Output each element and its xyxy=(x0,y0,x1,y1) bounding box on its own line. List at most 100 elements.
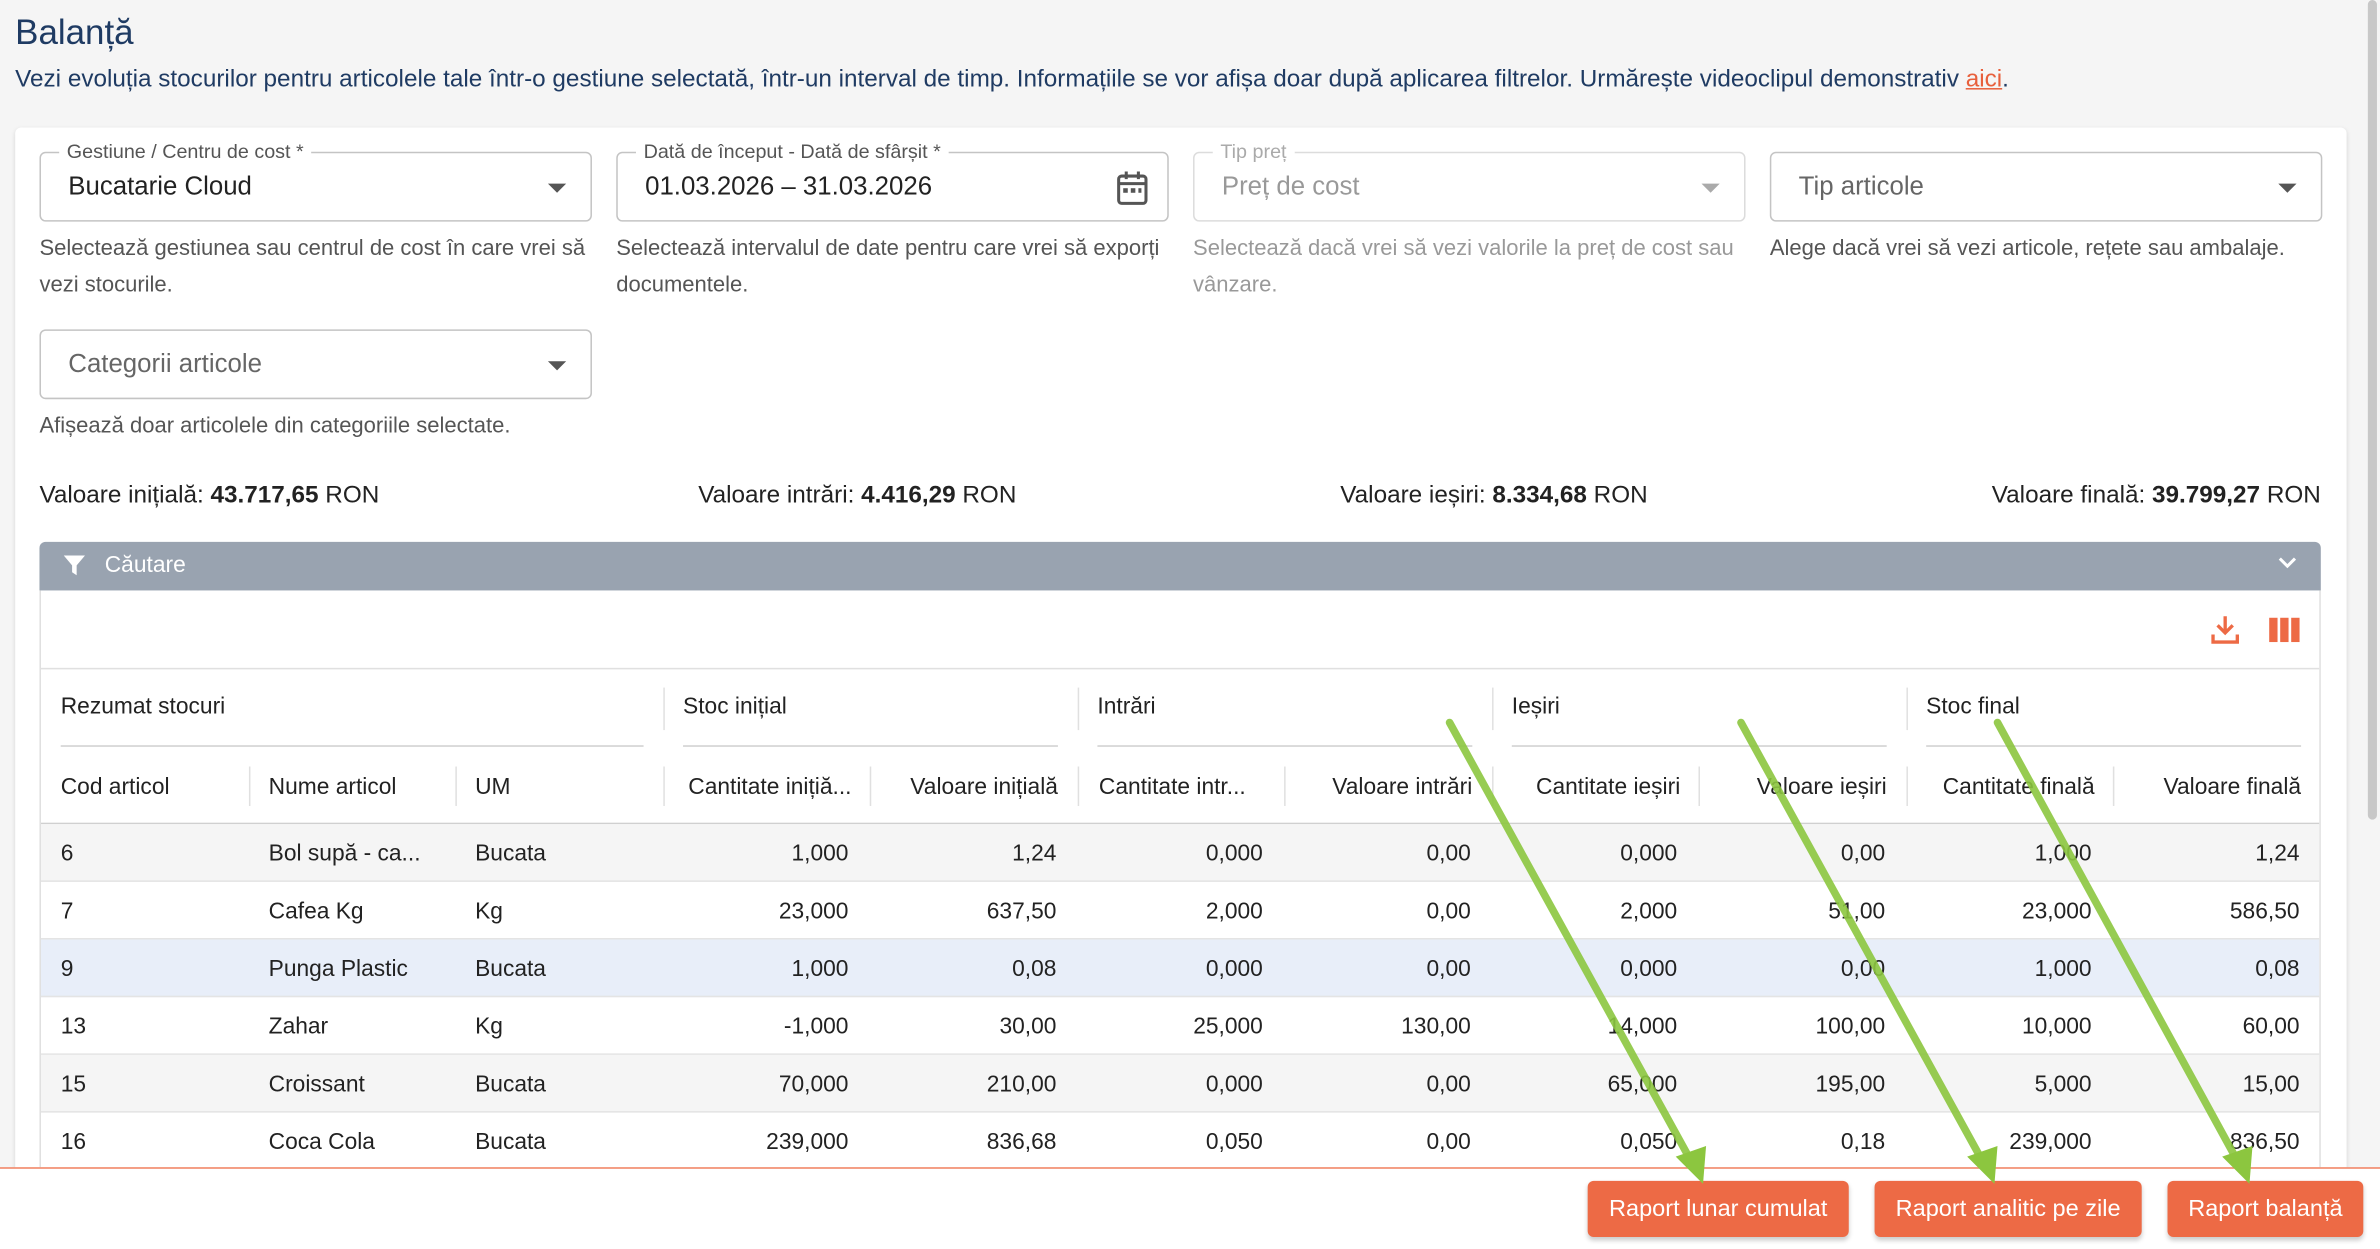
cell-val-init: 210,00 xyxy=(986,1071,1057,1098)
col-valoare-initiala[interactable]: Valoare inițială xyxy=(870,747,1078,824)
currency: RON xyxy=(325,482,380,509)
col-valoare-intrari[interactable]: Valoare intrări xyxy=(1284,747,1492,824)
column-label: Valoare finală xyxy=(2163,774,2302,800)
cell-val-intr: 0,00 xyxy=(1426,840,1471,867)
currency: RON xyxy=(2266,482,2321,509)
total-final-label: Valoare finală: xyxy=(1991,482,2146,509)
categorii-help: Afișează doar articolele din categoriile… xyxy=(39,414,511,439)
table-row[interactable]: 6 Bol supă - ca... Bucata 1,000 1,24 0,000 0,0… xyxy=(40,824,2320,882)
group-label: Ieșiri xyxy=(1511,693,1560,720)
col-cantitate-finala[interactable]: Cantitate finală xyxy=(1906,747,2114,824)
table-row[interactable]: 7 Cafea Kg Kg 23,000 637,50 2,000 0,00 2,000 51,… xyxy=(40,882,2320,940)
cell-val-init: 836,68 xyxy=(986,1129,1057,1156)
table-row[interactable]: 13 Zahar Kg -1,000 30,00 25,000 130,00 14,000 10… xyxy=(40,997,2320,1055)
tip-pret-value: Preț de cost xyxy=(1221,171,1360,201)
col-cod-articol[interactable]: Cod articol xyxy=(41,747,249,824)
cell-cant-intr: 0,000 xyxy=(1205,1071,1263,1098)
column-label: Nume articol xyxy=(268,774,397,800)
table-row[interactable]: 15 Croissant Bucata 70,000 210,00 0,000 0,00 65… xyxy=(40,1054,2320,1113)
col-nume-articol[interactable]: Nume articol xyxy=(249,747,457,824)
column-label: Cod articol xyxy=(60,774,170,800)
total-initial: Valoare inițială: 43.717,65 RON xyxy=(39,483,379,510)
cell-cant-fin: 1,000 xyxy=(2034,956,2092,983)
column-label: Valoare intrări xyxy=(1332,774,1473,800)
group-label: Intrări xyxy=(1097,693,1156,720)
cell-cant-init: 70,000 xyxy=(778,1071,849,1098)
cell-cant-ies: 14,000 xyxy=(1607,1013,1678,1040)
page-scrollbar[interactable] xyxy=(2367,0,2377,820)
filter-icon xyxy=(63,555,85,576)
table-row[interactable]: 16 Coca Cola Bucata 239,000 836,68 0,050 0,00 0… xyxy=(41,1113,2319,1168)
columns-icon[interactable] xyxy=(2268,613,2301,646)
col-valoare-finala[interactable]: Valoare finală xyxy=(2113,747,2319,824)
raport-lunar-button[interactable]: Raport lunar cumulat xyxy=(1587,1180,1849,1238)
cell-nume: Zahar xyxy=(268,1013,329,1040)
currency: RON xyxy=(962,482,1017,509)
table-row[interactable]: 9 Punga Plastic Bucata 1,000 0,08 0,000 0,00 0,… xyxy=(40,939,2320,998)
col-cantitate-intrari[interactable]: Cantitate intr... xyxy=(1078,747,1286,824)
chevron-down-icon xyxy=(2278,557,2297,569)
cell-val-fin: 1,24 xyxy=(2255,840,2300,867)
tip-pret-select[interactable]: Tip preț Preț de cost xyxy=(1193,139,1746,222)
cell-cant-fin: 239,000 xyxy=(2009,1129,2092,1156)
group-iesiri: Ieșiri xyxy=(1492,669,1906,747)
column-label: UM xyxy=(475,774,511,800)
cell-val-ies: 100,00 xyxy=(1815,1013,1886,1040)
column-label: Valoare inițială xyxy=(910,774,1058,800)
currency: RON xyxy=(1593,482,1648,509)
calendar-icon[interactable] xyxy=(1116,170,1149,206)
cell-cant-intr: 0,000 xyxy=(1205,956,1263,983)
cell-um: Bucata xyxy=(475,956,546,983)
cell-cant-ies: 0,050 xyxy=(1620,1129,1678,1156)
col-valoare-iesiri[interactable]: Valoare ieșiri xyxy=(1698,747,1906,824)
gestiune-value: Bucatarie Cloud xyxy=(68,171,252,201)
col-um[interactable]: UM xyxy=(455,747,663,824)
tip-pret-label: Tip preț xyxy=(1212,139,1295,163)
cell-val-fin: 0,08 xyxy=(2255,956,2300,983)
raport-analitic-button[interactable]: Raport analitic pe zile xyxy=(1874,1180,2142,1238)
stock-table: Rezumat stocuri Stoc inițial Intrări Ieș… xyxy=(39,590,2321,1168)
chevron-down-icon xyxy=(547,361,567,371)
group-label: Rezumat stocuri xyxy=(60,693,226,720)
balanta-page: Balanță Vezi evoluția stocurilor pentru … xyxy=(0,0,2380,1249)
cell-cod: 15 xyxy=(60,1071,87,1098)
categorii-select[interactable]: Categorii articole xyxy=(39,329,592,400)
column-label: Valoare ieșiri xyxy=(1756,774,1887,800)
cell-cant-intr: 2,000 xyxy=(1205,898,1263,925)
col-cantitate-initiala[interactable]: Cantitate inițiă... xyxy=(663,747,871,824)
download-icon[interactable] xyxy=(2208,613,2241,646)
cell-cant-init: 239,000 xyxy=(766,1129,849,1156)
column-label: Cantitate ieșiri xyxy=(1536,774,1681,800)
col-cantitate-iesiri[interactable]: Cantitate ieșiri xyxy=(1492,747,1700,824)
cell-um: Bucata xyxy=(475,840,546,867)
video-link[interactable]: aici xyxy=(1966,67,2002,93)
total-intrari-label: Valoare intrări: xyxy=(698,482,855,509)
total-iesiri-label: Valoare ieșiri: xyxy=(1340,482,1486,509)
raport-balanta-button[interactable]: Raport balanță xyxy=(2167,1180,2364,1238)
total-initial-value: 43.717,65 xyxy=(210,482,319,509)
cell-um: Kg xyxy=(475,1013,503,1040)
group-rezumat: Rezumat stocuri xyxy=(41,669,663,747)
table-toolbar xyxy=(40,590,2320,670)
cell-cod: 16 xyxy=(60,1129,87,1156)
gestiune-help: Selectează gestiunea sau centrul de cost… xyxy=(39,236,586,298)
cell-cant-ies: 0,000 xyxy=(1620,956,1678,983)
tip-pret-help: Selectează dacă vrei să vezi valorile la… xyxy=(1193,236,1734,298)
cell-cant-init: 23,000 xyxy=(778,898,849,925)
date-range-field[interactable]: Dată de început - Dată de sfârșit * 01.0… xyxy=(616,139,1169,222)
total-intrari: Valoare intrări: 4.416,29 RON xyxy=(698,483,1016,510)
cell-cant-ies: 65,000 xyxy=(1607,1071,1678,1098)
categorii-placeholder: Categorii articole xyxy=(68,349,262,378)
cell-cant-init: -1,000 xyxy=(783,1013,849,1040)
total-iesiri-value: 8.334,68 xyxy=(1492,482,1587,509)
cell-val-fin: 15,00 xyxy=(2242,1071,2300,1098)
cell-cant-init: 1,000 xyxy=(791,840,849,867)
cell-um: Bucata xyxy=(475,1071,546,1098)
description-end: . xyxy=(2002,66,2009,93)
cell-val-init: 1,24 xyxy=(1012,840,1057,867)
cell-cant-fin: 23,000 xyxy=(2021,898,2092,925)
tip-articole-placeholder: Tip articole xyxy=(1798,171,1924,201)
tip-articole-select[interactable]: Tip articole xyxy=(1769,151,2323,222)
gestiune-select[interactable]: Gestiune / Centru de cost * Bucatarie Cl… xyxy=(39,139,592,222)
search-accordion[interactable]: Căutare xyxy=(39,541,2321,591)
